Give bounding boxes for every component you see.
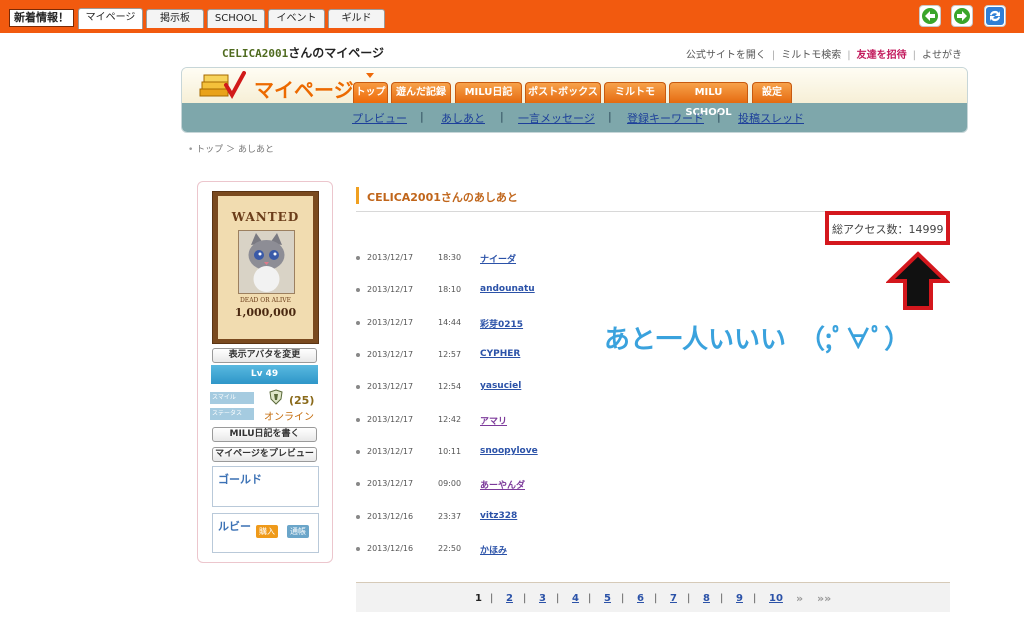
page-link[interactable]: 2 <box>506 593 513 604</box>
tab-board[interactable]: 掲示板 <box>146 9 204 28</box>
news-button[interactable]: 新着情報！ <box>9 9 74 27</box>
cat-avatar-icon <box>238 230 295 294</box>
tab-milutomo[interactable]: ミルトモ <box>604 82 666 103</box>
ruby-label: ルビー <box>218 520 251 533</box>
tab-settings[interactable]: 設定 <box>752 82 792 103</box>
list-item: 2013/12/17 09:00 あーやんダ <box>356 478 656 492</box>
tab-event[interactable]: イベント <box>268 9 325 28</box>
gold-box: ゴールド <box>212 466 319 507</box>
tab-mypage[interactable]: マイページ <box>78 8 143 29</box>
wanted-bounty: 1,000,000 <box>234 306 297 319</box>
wanted-title: WANTED <box>231 210 300 224</box>
page-current: 1 <box>475 593 482 604</box>
visitor-link[interactable]: CYPHER <box>480 349 520 359</box>
last-page-icon[interactable]: »» <box>817 592 831 605</box>
sublink-threads[interactable]: 投稿スレッド <box>738 110 804 126</box>
forward-icon[interactable] <box>951 5 973 27</box>
page-link[interactable]: 7 <box>670 593 677 604</box>
visitor-link[interactable]: andounatu <box>480 284 535 294</box>
ruby-history-button[interactable]: 通帳 <box>287 525 309 538</box>
tab-milu-diary[interactable]: MILU日記 <box>455 82 522 103</box>
section-title: CELICA2001さんのあしあと <box>367 191 518 204</box>
tab-postbox[interactable]: ポストボックス <box>525 82 601 103</box>
list-item: 2013/12/17 14:44 彩芽0215 <box>356 317 656 331</box>
visitor-link[interactable]: yasuciel <box>480 381 521 391</box>
page-link[interactable]: 8 <box>703 593 710 604</box>
tab-school[interactable]: SCHOOL <box>207 9 265 28</box>
sublink-message[interactable]: 一言メッセージ <box>518 110 595 126</box>
list-item: 2013/12/17 18:10 andounatu <box>356 284 656 298</box>
list-item: 2013/12/16 23:37 vitz328 <box>356 511 656 525</box>
tab-guild[interactable]: ギルド <box>328 9 385 28</box>
avatar[interactable]: WANTED DEAD OR ALIVE 1,000,000 <box>212 191 319 344</box>
up-arrow-icon <box>886 251 950 310</box>
highlight-box <box>825 211 950 245</box>
yosegaki-link[interactable]: よせがき <box>922 50 962 61</box>
online-status: オンライン <box>264 412 314 423</box>
preview-mypage-button[interactable]: マイページをプレビュー <box>212 447 317 462</box>
username: CELICA2001 <box>222 47 289 60</box>
pagination: 1 | 2 | 3 | 4 | 5 | 6 | 7 | 8 | 9 | 10 »… <box>356 582 950 612</box>
list-item: 2013/12/17 10:11 snoopylove <box>356 446 656 460</box>
milutomo-search-link[interactable]: ミルトモ検索 <box>781 50 841 61</box>
sublink-preview[interactable]: プレビュー <box>352 110 407 126</box>
breadcrumb: • トップ ＞ あしあと <box>188 145 274 155</box>
list-item: 2013/12/17 12:54 yasuciel <box>356 381 656 395</box>
visitor-link[interactable]: アマリ <box>480 414 507 427</box>
breadcrumb-current: あしあと <box>237 145 274 155</box>
official-site-link[interactable]: 公式サイトを開く <box>686 50 766 61</box>
breadcrumb-top[interactable]: トップ <box>196 145 223 155</box>
page-link[interactable]: 5 <box>604 593 611 604</box>
change-avatar-button[interactable]: 表示アバタを変更 <box>212 348 317 363</box>
list-item: 2013/12/16 22:50 かほみ <box>356 543 656 557</box>
invite-friend-link[interactable]: 友達を招待 <box>857 50 907 61</box>
page-link[interactable]: 4 <box>572 593 579 604</box>
list-item: 2013/12/17 12:42 アマリ <box>356 414 656 428</box>
books-logo-icon <box>199 71 246 100</box>
list-item: 2013/12/17 12:57 CYPHER <box>356 349 656 363</box>
write-diary-button[interactable]: MILU日記を書く <box>212 427 317 442</box>
visitor-link[interactable]: snoopylove <box>480 446 538 456</box>
level-badge: Lv 49 <box>211 365 318 384</box>
page-link[interactable]: 3 <box>539 593 546 604</box>
tab-play-record[interactable]: 遊んだ記録 <box>391 82 451 103</box>
list-item: 2013/12/17 18:30 ナイーダ <box>356 252 656 266</box>
mypage-title: マイページ <box>254 78 354 102</box>
visitor-link[interactable]: かほみ <box>480 543 507 556</box>
smile-label: スマイル <box>210 392 254 404</box>
page-title: CELICA2001さんのマイページ <box>222 44 384 61</box>
sublink-keywords[interactable]: 登録キーワード <box>627 110 704 126</box>
back-icon[interactable] <box>919 5 941 27</box>
active-tab-caret-icon <box>366 73 374 78</box>
tab-top[interactable]: トップ <box>353 82 388 103</box>
visitor-link[interactable]: 彩芽0215 <box>480 317 523 330</box>
wanted-subtitle: DEAD OR ALIVE <box>240 297 291 304</box>
reload-icon[interactable] <box>984 5 1006 27</box>
ruby-box: ルビー 購入 通帳 <box>212 513 319 553</box>
header-links: 公式サイトを開く | ミルトモ検索 | 友達を招待 | よせがき <box>685 50 962 61</box>
tab-milu-school[interactable]: MILU SCHOOL <box>669 82 748 118</box>
smile-score: (25) <box>289 394 315 407</box>
next-page-icon[interactable]: » <box>796 592 803 605</box>
gold-label: ゴールド <box>218 473 262 486</box>
status-emblem-icon <box>269 389 283 405</box>
sublink-ashiato[interactable]: あしあと <box>441 110 485 126</box>
title-suffix: さんのマイページ <box>288 46 384 60</box>
buy-ruby-button[interactable]: 購入 <box>256 525 278 538</box>
page-link[interactable]: 6 <box>637 593 644 604</box>
page-link[interactable]: 9 <box>736 593 743 604</box>
visitor-link[interactable]: あーやんダ <box>480 478 525 491</box>
visitor-link[interactable]: ナイーダ <box>480 252 516 265</box>
status-label: ステータス <box>210 408 254 420</box>
page-link[interactable]: 10 <box>769 593 783 604</box>
visitor-link[interactable]: vitz328 <box>480 511 517 521</box>
